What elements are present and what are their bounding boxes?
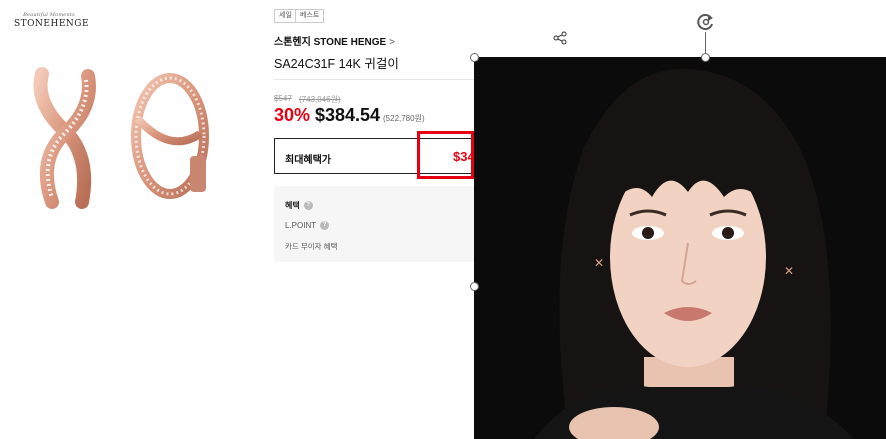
resize-handle-middle-left[interactable] (470, 282, 479, 291)
original-price: $547 (274, 94, 292, 103)
benefits-title-label: 혜택 (285, 201, 300, 210)
overlay-image[interactable]: ✕ ✕ (474, 57, 886, 439)
svg-text:✕: ✕ (784, 264, 794, 278)
card-installment-label: 카드 무이자 혜택 (285, 242, 338, 251)
resize-handle-top-left[interactable] (470, 53, 479, 62)
lpoint-row: L.POINT ? (285, 221, 330, 230)
sale-price-krw: (522,780원) (383, 114, 425, 123)
best-badge: 베스트 (295, 9, 325, 23)
svg-text:✕: ✕ (594, 256, 604, 270)
rotate-handle-icon[interactable] (696, 12, 716, 32)
sale-price: $384.54 (315, 105, 381, 125)
earring-front-view (33, 67, 96, 209)
brand-link-label: 스톤헨지 STONE HENGE (274, 37, 387, 48)
earring-side-view (131, 73, 209, 199)
highlight-annotation-box (417, 131, 474, 179)
product-name: SA24C31F 14K 귀걸이 (274, 57, 399, 71)
max-benefit-label: 최대혜택가 (285, 155, 331, 166)
product-image[interactable] (20, 64, 230, 214)
benefits-title: 혜택 ? (285, 200, 313, 211)
resize-handle-top-middle[interactable] (701, 53, 710, 62)
brand-name: STONEHENGE (14, 19, 90, 29)
help-icon[interactable]: ? (303, 201, 313, 210)
lpoint-label: L.POINT (285, 221, 317, 230)
share-icon[interactable] (553, 31, 567, 45)
help-icon[interactable]: ? (320, 221, 330, 230)
divider (274, 79, 474, 80)
discount-rate: 30% (274, 105, 311, 125)
original-price-krw: (743,046원) (299, 95, 341, 104)
model-portrait: ✕ ✕ (474, 57, 886, 439)
chevron-right-icon: > (388, 37, 395, 48)
brand-logo[interactable]: Beautiful Moments STONEHENGE (14, 12, 90, 29)
brand-tagline: Beautiful Moments (23, 12, 75, 18)
brand-link[interactable]: 스톤헨지 STONE HENGE > (274, 33, 395, 48)
sale-badge: 세일 (274, 9, 297, 23)
